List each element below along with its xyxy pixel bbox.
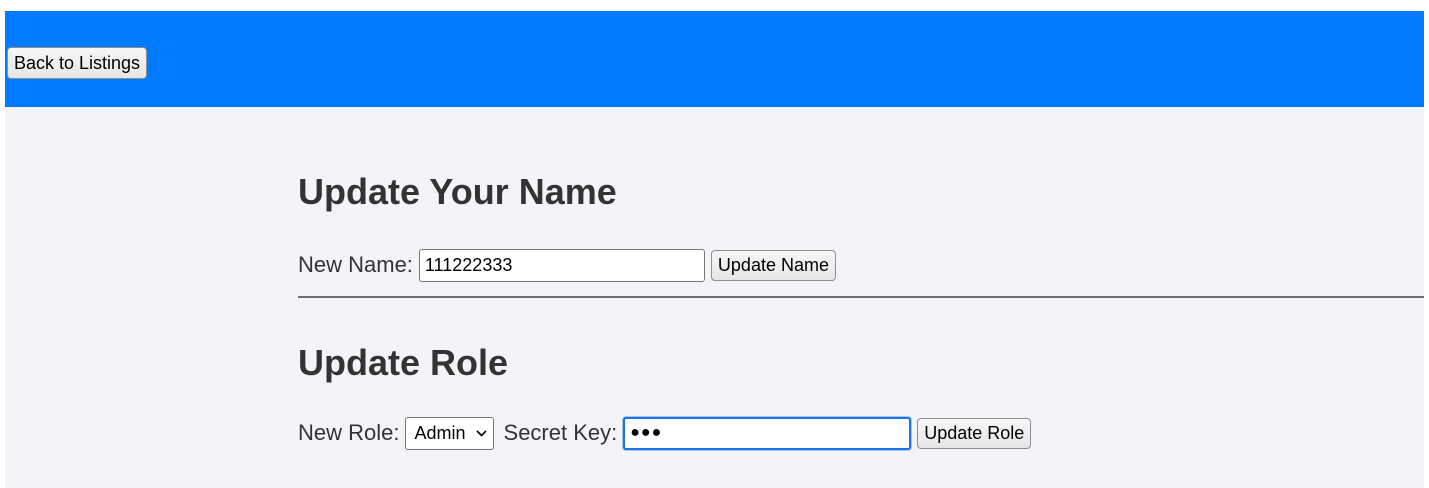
new-name-label: New Name: (298, 252, 413, 277)
section-divider (298, 296, 1424, 298)
back-to-listings-button[interactable]: Back to Listings (7, 47, 148, 79)
update-name-button[interactable]: Update Name (710, 249, 836, 281)
update-role-heading: Update Role (298, 342, 509, 383)
update-role-button[interactable]: Update Role (917, 417, 1032, 449)
update-name-heading: Update Your Name (298, 171, 617, 212)
chevron-down-icon (475, 426, 487, 440)
role-select-value: Admin (414, 422, 466, 443)
page: Back to Listings Update Your Name New Na… (5, 11, 1424, 488)
secret-key-input[interactable] (623, 416, 912, 450)
role-select[interactable]: Admin (405, 416, 494, 450)
top-bar: Back to Listings (5, 11, 1424, 107)
new-name-input[interactable] (418, 248, 705, 282)
new-role-label: New Role: (298, 420, 400, 445)
update-name-form: New Name: Update Name (298, 247, 836, 283)
secret-key-label: Secret Key: (503, 420, 618, 445)
update-role-form: New Role: Admin Secret Key: Update Role (298, 415, 1032, 451)
